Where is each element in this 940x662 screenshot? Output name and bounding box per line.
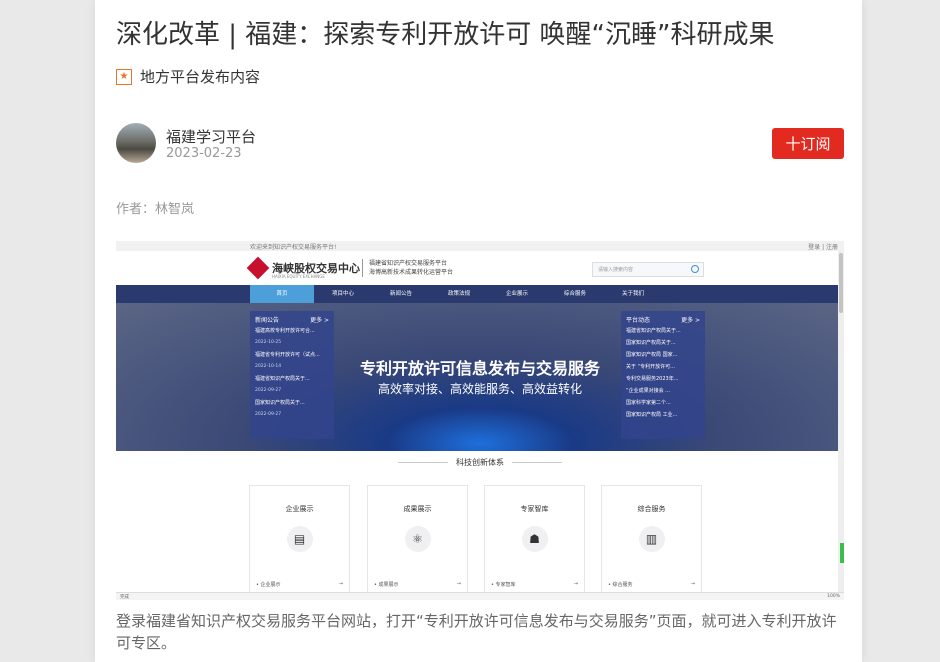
embedded-statusbar: 完成 100%: [116, 592, 844, 600]
source-line: ★ 地方平台发布内容: [116, 66, 260, 87]
embedded-search-placeholder: 请输入搜索内容: [598, 267, 634, 273]
card-results: 成果展示 ⚛ • 成果展示 →: [367, 485, 468, 593]
banner-subtitle: 高效率对接、高效能服务、高效益转化: [377, 382, 582, 396]
embedded-slogan-2: 海博高新技术成果转化运营平台: [369, 269, 454, 276]
card-title: 专家智库: [520, 505, 549, 513]
embedded-logo-sub: HAIXIA EQUITY EXCHANGE: [272, 274, 325, 279]
card-footer: • 综合服务: [608, 582, 633, 588]
card-enterprise: 企业展示 ▤ • 企业展示 →: [249, 485, 350, 593]
subscribe-button[interactable]: 十订阅: [772, 128, 844, 159]
embedded-header: 海峡股权交易中心 HAIXIA EQUITY EXCHANGE 福建省知识产权交…: [116, 251, 844, 285]
news-date: 2022-09-27: [255, 412, 282, 417]
news-panel-more: 更多 >: [310, 317, 329, 324]
source-label: 地方平台发布内容: [140, 68, 261, 86]
card-title: 综合服务: [637, 505, 666, 513]
image-caption: 登录福建省知识产权交易服务平台网站，打开“专利开放许可信息发布与交易服务”页面，…: [116, 612, 837, 652]
embedded-login: 登录 | 注册: [808, 244, 838, 251]
atom-icon: ⚛: [404, 526, 431, 552]
section-title: 科技创新体系: [116, 457, 844, 468]
embedded-nav-item: 综合服务: [563, 291, 586, 297]
card-title: 企业展示: [285, 505, 314, 513]
embedded-nav-item: 政策法规: [447, 291, 470, 297]
embedded-status-left: 完成: [120, 595, 129, 600]
news-date: 2022-10-25: [255, 340, 282, 345]
dynamics-item: 国家知识产权局 国家...: [626, 352, 678, 358]
embedded-slogan: 福建省知识产权交易服务平台 海博高新技术成果转化运营平台: [362, 259, 453, 277]
embedded-scroll-thumb: [839, 253, 843, 313]
embedded-nav: 首页 项目中心 新闻公告 政策法规 企业展示 综合服务 关于我们: [116, 285, 844, 303]
banner-title: 专利开放许可信息发布与交易服务: [359, 359, 600, 378]
card-footer: • 成果展示: [374, 582, 399, 588]
embedded-side-tab: [840, 543, 844, 563]
embedded-nav-item: 首页: [250, 285, 314, 303]
embedded-slogan-1: 福建省知识产权交易服务平台: [369, 260, 448, 267]
embedded-status-right: 100%: [827, 594, 840, 599]
article-title: 深化改革 | 福建：探索专利开放许可 唤醒“沉睡”科研成果: [116, 20, 775, 50]
arrow-right-icon: →: [573, 581, 578, 587]
embedded-nav-item: 企业展示: [505, 291, 528, 297]
embedded-topbar: 欢迎来到知识产权交易服务平台! 登录 | 注册: [116, 241, 844, 251]
arrow-right-icon: →: [338, 581, 343, 587]
author-avatar[interactable]: [116, 123, 156, 163]
search-icon: [691, 265, 699, 273]
card-footer: • 企业展示: [256, 582, 281, 588]
card-footer: • 专家智库: [491, 582, 516, 588]
dynamics-item: 国家知识产权局关于...: [626, 340, 676, 346]
publish-date: 2023-02-23: [166, 146, 242, 161]
dynamics-panel-more: 更多 >: [681, 317, 700, 324]
dynamics-panel: 平台动态 更多 > 福建省知识产权局关于... 国家知识产权局关于... 国家知识…: [621, 311, 705, 439]
card-services: 综合服务 ▥ • 综合服务 →: [601, 485, 702, 593]
card-title: 成果展示: [403, 505, 432, 513]
author-name[interactable]: 福建学习平台: [166, 126, 256, 147]
embedded-banner: 新闻公告 更多 > 福建高校专利开放许可合... 2022-10-25 福建省专利…: [116, 303, 844, 451]
card-experts: 专家智库 ☗ • 专家智库 →: [484, 485, 585, 593]
dynamics-item: 专利交易服务2023年...: [626, 376, 679, 382]
chart-icon: ▥: [638, 526, 665, 552]
dynamics-item: 关于 “专利开放许可...: [626, 364, 675, 370]
embedded-nav-item: 新闻公告: [389, 291, 412, 297]
dynamics-panel-title: 平台动态: [626, 317, 651, 324]
dynamics-item: 福建省知识产权局关于...: [626, 328, 681, 334]
org-chart-icon: ☗: [521, 526, 548, 552]
news-panel-title: 新闻公告: [255, 317, 280, 324]
star-badge-icon: ★: [116, 68, 132, 85]
arrow-right-icon: →: [456, 581, 461, 587]
dynamics-item: “企业成果对接会 ...: [626, 388, 670, 394]
news-item: 国家知识产权局关于...: [255, 400, 305, 406]
arrow-right-icon: →: [690, 581, 695, 587]
embedded-nav-item: 关于我们: [621, 291, 644, 297]
dynamics-item: 国家知识产权局 工业...: [626, 412, 678, 418]
embedded-welcome: 欢迎来到知识产权交易服务平台!: [250, 244, 337, 251]
article-page: 深化改革 | 福建：探索专利开放许可 唤醒“沉睡”科研成果 ★ 地方平台发布内容…: [95, 0, 862, 662]
embedded-nav-item: 项目中心: [331, 291, 354, 297]
logo-icon: [246, 256, 270, 280]
building-icon: ▤: [286, 526, 313, 552]
dynamics-item: 国家科学家第二个...: [626, 400, 671, 406]
byline: 作者：林智岚: [116, 202, 195, 217]
news-item: 福建高校专利开放许可合...: [255, 328, 315, 334]
article-image: 欢迎来到知识产权交易服务平台! 登录 | 注册 海峡股权交易中心 HAIXIA …: [116, 241, 844, 600]
embedded-search: 请输入搜索内容: [592, 262, 704, 277]
